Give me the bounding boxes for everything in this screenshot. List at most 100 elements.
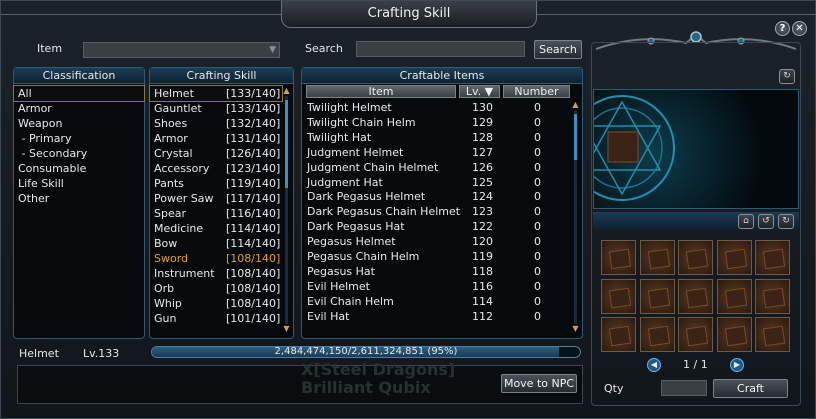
craftable-item-row[interactable]: Dark Pegasus Chain Helmet 123 0 — [304, 204, 569, 219]
move-to-npc-button[interactable]: Move to NPC — [501, 374, 577, 393]
craftable-item-row[interactable]: Twilight Helmet 130 0 — [304, 100, 569, 115]
craftable-item-row[interactable]: Dark Pegasus Helmet 124 0 — [304, 189, 569, 204]
craftable-item-row[interactable]: Judgment Helmet 127 0 — [304, 145, 569, 160]
item-number: 0 — [534, 250, 541, 263]
material-slot[interactable] — [601, 317, 636, 352]
item-number: 0 — [534, 160, 541, 174]
rotate-icon[interactable]: ↻ — [778, 214, 794, 229]
item-filter-dropdown[interactable]: ▼ — [83, 42, 280, 58]
craftable-item-row[interactable]: Judgment Hat 125 0 — [304, 175, 569, 190]
material-slot[interactable] — [601, 278, 636, 314]
next-page-icon[interactable]: ▶ — [730, 358, 744, 372]
classification-item[interactable]: Other — [14, 191, 144, 206]
crafting-skill-item[interactable]: Gun [101/140] — [150, 311, 282, 326]
rotate-icon[interactable]: ↻ — [779, 69, 795, 84]
magic-circle-icon — [594, 95, 675, 201]
craftable-item-row[interactable]: Pegasus Helmet 120 0 — [304, 234, 569, 249]
craft-button[interactable]: Craft — [713, 379, 788, 398]
crafting-skill-item[interactable]: Gauntlet [133/140] — [150, 101, 282, 116]
skill-progress: [108/140] — [226, 267, 281, 280]
crafting-skill-item[interactable]: Pants [119/140] — [150, 176, 282, 191]
material-slot[interactable] — [678, 278, 713, 314]
column-level[interactable]: Lv. ▼ — [459, 85, 500, 98]
item-lv: 127 — [472, 145, 493, 159]
prev-page-icon[interactable]: ◀ — [647, 358, 661, 372]
material-slot[interactable] — [716, 317, 752, 352]
scroll-up-icon[interactable]: ▲ — [282, 86, 291, 96]
crafting-skill-item[interactable]: Whip [108/140] — [150, 296, 282, 311]
material-slot[interactable] — [755, 317, 790, 352]
item-lv: 118 — [472, 264, 493, 278]
column-item[interactable]: Item — [306, 85, 456, 98]
material-slot[interactable] — [678, 240, 713, 275]
crafting-skill-item[interactable]: Sword [108/140] — [150, 251, 282, 266]
search-button[interactable]: Search — [534, 40, 582, 59]
crafting-skill-item[interactable]: Crystal [126/140] — [150, 146, 282, 161]
craftable-items-list: Twilight Helmet 130 0 Twilight Chain Helm 12… — [302, 100, 572, 336]
skill-progress: [101/140] — [226, 312, 281, 325]
material-slot[interactable] — [601, 240, 636, 275]
crafting-skill-item[interactable]: Power Saw [117/140] — [150, 191, 282, 206]
skill-progress: [117/140] — [226, 192, 281, 205]
material-slot[interactable] — [755, 240, 790, 275]
crafting-skill-item[interactable]: Orb [108/140] — [150, 281, 282, 296]
craftable-item-row[interactable]: Evil Hat 112 0 — [304, 309, 569, 324]
watermark-line-1: X[Steel Dragons] — [301, 360, 456, 379]
crafting-skill-item[interactable]: Spear [116/140] — [150, 206, 282, 221]
scroll-down-icon[interactable]: ▼ — [282, 324, 291, 334]
item-item: Judgment Helmet — [307, 145, 404, 159]
chevron-down-icon: ▼ — [269, 45, 276, 55]
crafting-skill-item[interactable]: Armor [131/140] — [150, 131, 282, 146]
craftable-item-row[interactable]: Pegasus Chain Helm 119 0 — [304, 249, 569, 264]
material-slot[interactable] — [639, 240, 675, 275]
classification-item[interactable]: Weapon — [14, 116, 144, 131]
craftable-item-row[interactable]: Evil Chain Helm 114 0 — [304, 294, 569, 309]
classification-item[interactable]: All — [13, 85, 145, 102]
exp-progress-bar: 2,484,474,150/2,611,324,851 (95%) — [151, 346, 581, 358]
craftable-item-row[interactable]: Pegasus Hat 118 0 — [304, 264, 569, 279]
material-slot[interactable] — [716, 278, 752, 314]
title-divider-right — [537, 14, 816, 15]
crafting-skill-item[interactable]: Instrument [108/140] — [150, 266, 282, 281]
craftable-item-row[interactable]: Judgment Chain Helmet 126 0 — [304, 160, 569, 175]
refresh-icon[interactable]: ↺ — [758, 214, 774, 229]
material-slot[interactable] — [639, 317, 675, 352]
material-slot[interactable] — [716, 240, 752, 275]
material-slot[interactable] — [639, 278, 675, 314]
scroll-down-icon[interactable]: ▼ — [571, 324, 580, 334]
item-number: 0 — [534, 235, 541, 249]
craftable-item-row[interactable]: Evil Helmet 116 0 — [304, 279, 569, 294]
item-lv: 120 — [472, 235, 493, 249]
classification-item[interactable]: - Secondary — [14, 146, 144, 161]
crafting-skill-item[interactable]: Medicine [114/140] — [150, 221, 282, 236]
search-input[interactable] — [356, 41, 525, 57]
crafting-skill-item[interactable]: Bow [114/140] — [150, 236, 282, 251]
scroll-track[interactable] — [574, 110, 577, 324]
material-slot[interactable] — [678, 317, 713, 352]
item-item: Twilight Chain Helm — [307, 115, 416, 129]
classification-item[interactable]: Armor — [14, 101, 144, 116]
material-page-indicator: 1 / 1 — [683, 358, 708, 371]
craftable-item-row[interactable]: Twilight Hat 128 0 — [304, 130, 569, 145]
scroll-thumb[interactable] — [285, 100, 288, 188]
skill-name: Medicine — [154, 222, 204, 235]
craftable-item-row[interactable]: Twilight Chain Helm 129 0 — [304, 115, 569, 130]
crafting-skill-item[interactable]: Accessory [123/140] — [150, 161, 282, 176]
classification-item[interactable]: Life Skill — [14, 176, 144, 191]
scroll-track[interactable] — [285, 96, 288, 324]
skill-progress: [133/140] — [226, 87, 281, 100]
store-icon[interactable]: ⌂ — [738, 214, 754, 229]
skill-name: Crystal — [154, 147, 193, 160]
material-slot[interactable] — [755, 278, 790, 314]
skill-scrollbar[interactable]: ▲ ▼ — [282, 86, 291, 336]
craftable-item-row[interactable]: Dark Pegasus Hat 122 0 — [304, 219, 569, 234]
classification-item[interactable]: Consumable — [14, 161, 144, 176]
crafting-skill-item[interactable]: Shoes [132/140] — [150, 116, 282, 131]
classification-item[interactable]: - Primary — [14, 131, 144, 146]
crafting-skill-item[interactable]: Helmet [133/140] — [149, 85, 283, 102]
items-scrollbar[interactable]: ▲ ▼ — [571, 100, 580, 336]
column-number[interactable]: Number — [503, 85, 570, 98]
qty-input[interactable] — [661, 380, 707, 396]
scroll-up-icon[interactable]: ▲ — [571, 100, 580, 110]
scroll-thumb[interactable] — [574, 114, 577, 160]
